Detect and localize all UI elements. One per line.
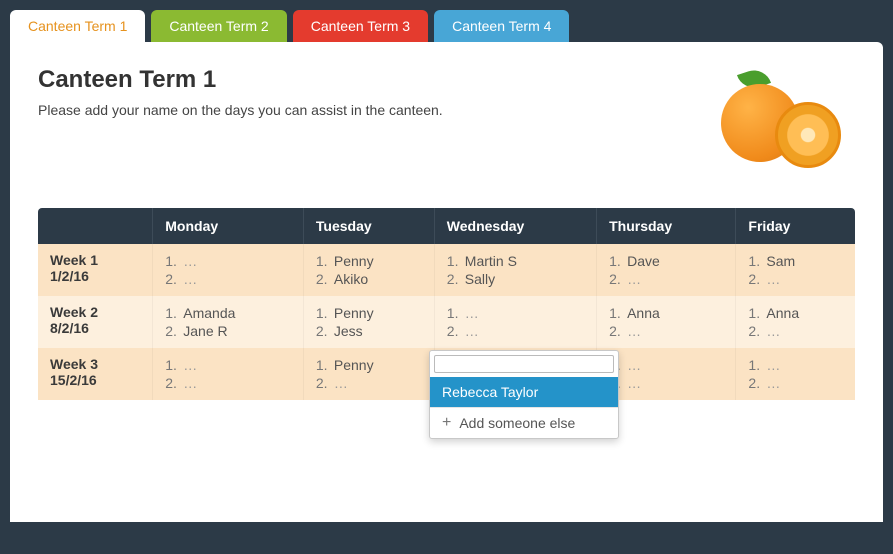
roster-slot[interactable]: …	[165, 270, 291, 288]
row-header: Week 315/2/16	[38, 348, 153, 400]
orange-image	[703, 66, 843, 176]
roster-slot[interactable]: Anna	[748, 304, 843, 322]
roster-cell[interactable]: ……	[153, 244, 304, 296]
col-tuesday: Tuesday	[303, 208, 434, 244]
col-blank	[38, 208, 153, 244]
dropdown-search-input[interactable]	[434, 355, 614, 373]
col-wednesday: Wednesday	[434, 208, 596, 244]
table-row: Week 11/2/16……PennyAkikoMartin SSallyDav…	[38, 244, 855, 296]
page-title: Canteen Term 1	[38, 66, 443, 94]
row-header: Week 28/2/16	[38, 296, 153, 348]
roster-slot[interactable]: Amanda	[165, 304, 291, 322]
tab-term-3[interactable]: Canteen Term 3	[293, 10, 428, 42]
roster-cell[interactable]: PennyAkiko	[303, 244, 434, 296]
roster-slot[interactable]: …	[447, 322, 584, 340]
table-row: Week 28/2/16AmandaJane RPennyJess……Anna……	[38, 296, 855, 348]
roster-slot[interactable]: Penny	[316, 304, 422, 322]
roster-slot[interactable]: …	[609, 322, 723, 340]
roster-cell[interactable]: ……	[153, 348, 304, 400]
tab-term-2[interactable]: Canteen Term 2	[151, 10, 286, 42]
roster-slot[interactable]: Penny	[316, 356, 422, 374]
dropdown-add-label: Add someone else	[459, 415, 575, 431]
roster-slot[interactable]: …	[609, 270, 723, 288]
page-intro: Please add your name on the days you can…	[38, 102, 443, 118]
roster-cell[interactable]: Dave…	[597, 244, 736, 296]
roster-slot[interactable]: Penny	[316, 252, 422, 270]
roster-slot[interactable]: Dave	[609, 252, 723, 270]
tab-panel: Canteen Term 1 Please add your name on t…	[10, 42, 883, 522]
roster-slot[interactable]: …	[165, 252, 291, 270]
roster-slot[interactable]: …	[316, 374, 422, 392]
roster-slot[interactable]: Sam	[748, 252, 843, 270]
col-thursday: Thursday	[597, 208, 736, 244]
roster-cell[interactable]: Anna…	[736, 296, 855, 348]
roster-slot[interactable]: …	[609, 356, 723, 374]
roster-cell[interactable]: ……	[736, 348, 855, 400]
plus-icon: +	[442, 415, 451, 431]
roster-slot[interactable]: Anna	[609, 304, 723, 322]
roster-slot[interactable]: Jess	[316, 322, 422, 340]
row-header: Week 11/2/16	[38, 244, 153, 296]
roster-cell[interactable]: Martin SSally	[434, 244, 596, 296]
roster-cell[interactable]: Sam…	[736, 244, 855, 296]
roster-slot[interactable]: …	[748, 356, 843, 374]
roster-slot[interactable]: …	[748, 322, 843, 340]
table-header-row: Monday Tuesday Wednesday Thursday Friday	[38, 208, 855, 244]
tab-term-1[interactable]: Canteen Term 1	[10, 10, 145, 42]
person-dropdown[interactable]: Rebecca Taylor + Add someone else	[429, 350, 619, 439]
roster-cell[interactable]: ……	[434, 296, 596, 348]
roster-slot[interactable]: …	[165, 356, 291, 374]
col-monday: Monday	[153, 208, 304, 244]
roster-slot[interactable]: …	[748, 374, 843, 392]
roster-slot[interactable]: Martin S	[447, 252, 584, 270]
roster-slot[interactable]: …	[165, 374, 291, 392]
roster-slot[interactable]: Sally	[447, 270, 584, 288]
roster-cell[interactable]: Penny…	[303, 348, 434, 400]
roster-cell[interactable]: AmandaJane R	[153, 296, 304, 348]
roster-slot[interactable]: Akiko	[316, 270, 422, 288]
roster-cell[interactable]: PennyJess	[303, 296, 434, 348]
dropdown-option-selected[interactable]: Rebecca Taylor	[430, 377, 618, 407]
tab-term-4[interactable]: Canteen Term 4	[434, 10, 569, 42]
roster-slot[interactable]: …	[447, 304, 584, 322]
roster-cell[interactable]: Anna…	[597, 296, 736, 348]
roster-slot[interactable]: …	[609, 374, 723, 392]
roster-slot[interactable]: Jane R	[165, 322, 291, 340]
dropdown-add-someone[interactable]: + Add someone else	[430, 407, 618, 438]
col-friday: Friday	[736, 208, 855, 244]
roster-slot[interactable]: …	[748, 270, 843, 288]
tab-bar: Canteen Term 1 Canteen Term 2 Canteen Te…	[10, 10, 883, 42]
